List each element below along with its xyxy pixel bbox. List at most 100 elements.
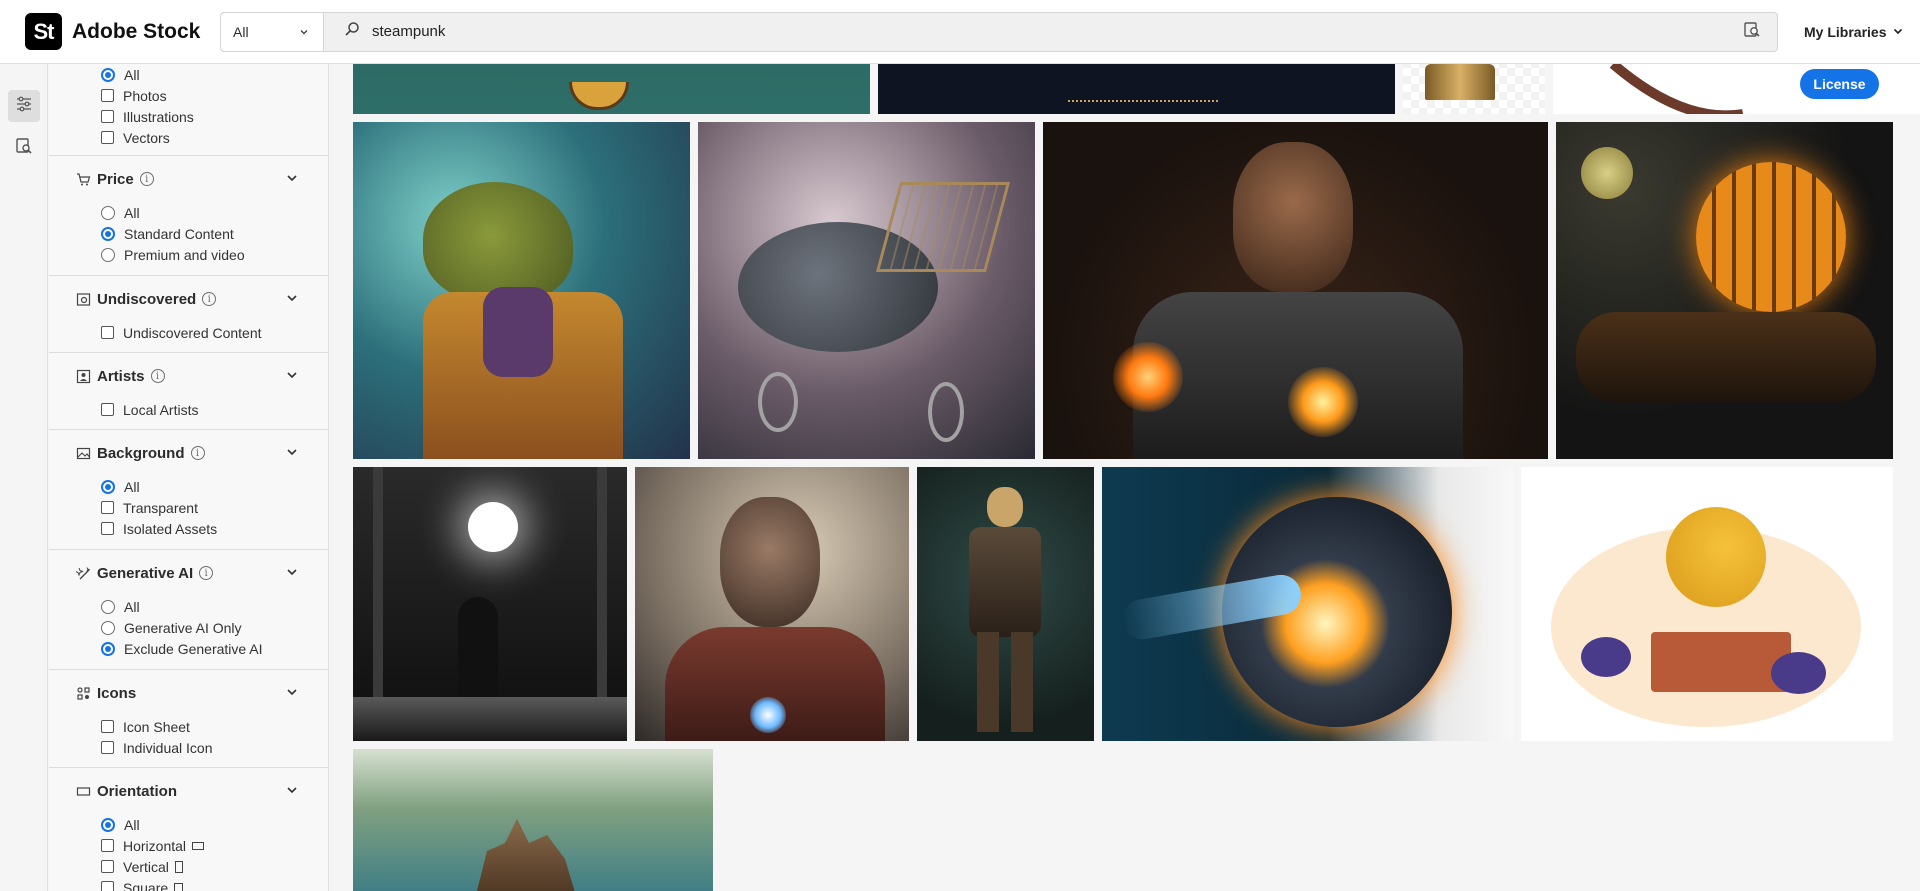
- artists-option-local[interactable]: Local Artists: [49, 399, 328, 420]
- artists-filter-header[interactable]: Artists i: [49, 353, 328, 399]
- result-thumbnail[interactable]: [917, 467, 1094, 741]
- info-icon[interactable]: i: [190, 446, 205, 460]
- result-thumbnail[interactable]: [353, 64, 870, 114]
- left-rail: [0, 64, 48, 891]
- checkbox: [101, 110, 114, 123]
- chevron-down-icon: [286, 291, 298, 308]
- result-thumbnail[interactable]: [878, 64, 1395, 114]
- price-option-all[interactable]: All: [49, 202, 328, 223]
- chevron-down-icon: [286, 565, 298, 582]
- result-thumbnail[interactable]: [698, 122, 1035, 459]
- info-icon[interactable]: i: [202, 292, 217, 306]
- generative-ai-filter-header[interactable]: Generative AI i: [49, 550, 328, 596]
- checkbox: [101, 89, 114, 102]
- chevron-down-icon: [286, 685, 298, 702]
- checkbox: [101, 741, 114, 754]
- icons-filter-header[interactable]: Icons: [49, 670, 328, 716]
- image-search-icon: [15, 137, 33, 160]
- orientation-option-horizontal[interactable]: Horizontal: [49, 835, 328, 856]
- orientation-option-vertical[interactable]: Vertical: [49, 856, 328, 877]
- checkbox: [101, 839, 114, 852]
- image-icon: [75, 445, 91, 461]
- icons-filter: Icons Icon Sheet Individual Icon: [49, 670, 328, 768]
- orientation-filter: Orientation All Horizontal Vertical Squa…: [49, 768, 328, 891]
- price-option-premium[interactable]: Premium and video: [49, 244, 328, 265]
- result-thumbnail[interactable]: [635, 467, 909, 741]
- undiscovered-option[interactable]: Undiscovered Content: [49, 322, 328, 343]
- orientation-filter-header[interactable]: Orientation: [49, 768, 328, 814]
- cart-icon: [75, 171, 91, 187]
- logo-mark: St: [25, 13, 62, 50]
- visual-search-rail-button[interactable]: [8, 132, 40, 164]
- result-thumbnail[interactable]: [353, 122, 690, 459]
- horizontal-orientation-icon: [192, 841, 205, 850]
- checkbox: [101, 860, 114, 873]
- radio-button: [101, 226, 115, 241]
- chevron-down-icon: [1892, 24, 1904, 40]
- background-option-all[interactable]: All: [49, 476, 328, 497]
- visual-search-button[interactable]: [1727, 13, 1777, 51]
- result-thumbnail[interactable]: [1403, 64, 1545, 114]
- info-icon[interactable]: i: [199, 566, 214, 580]
- asset-type-option-vectors[interactable]: Vectors: [49, 127, 328, 148]
- generative-ai-option-exclude[interactable]: Exclude Generative AI: [49, 638, 328, 659]
- radio-button: [101, 247, 115, 262]
- license-button[interactable]: License: [1800, 69, 1879, 99]
- info-icon[interactable]: i: [150, 369, 165, 383]
- background-option-isolated[interactable]: Isolated Assets: [49, 518, 328, 539]
- adobe-stock-logo[interactable]: St Adobe Stock: [25, 13, 220, 50]
- asset-type-filter: All Photos Illustrations Vectors: [49, 64, 328, 156]
- chevron-down-icon: [299, 24, 309, 40]
- price-option-standard[interactable]: Standard Content: [49, 223, 328, 244]
- my-libraries-menu[interactable]: My Libraries: [1804, 24, 1904, 40]
- discover-icon: [75, 291, 91, 307]
- chevron-down-icon: [286, 368, 298, 385]
- checkbox: [101, 501, 114, 514]
- orientation-icon: [75, 783, 91, 799]
- checkbox: [101, 403, 114, 416]
- result-thumbnail[interactable]: [1043, 122, 1548, 459]
- radio-button: [101, 620, 115, 635]
- search-results-grid: [330, 64, 1920, 891]
- radio-button: [101, 641, 115, 656]
- search-field: [324, 13, 1727, 51]
- top-header: St Adobe Stock All My Libraries: [0, 0, 1920, 64]
- artists-filter: Artists i Local Artists: [49, 353, 328, 430]
- search-icon: [344, 21, 360, 42]
- chevron-down-icon: [286, 171, 298, 188]
- filters-toggle-button[interactable]: [8, 90, 40, 122]
- asset-type-option-illustrations[interactable]: Illustrations: [49, 106, 328, 127]
- asset-type-option-photos[interactable]: Photos: [49, 85, 328, 106]
- generative-ai-option-only[interactable]: Generative AI Only: [49, 617, 328, 638]
- price-filter: Price i All Standard Content Premium and…: [49, 156, 328, 276]
- background-filter-header[interactable]: Background i: [49, 430, 328, 476]
- checkbox: [101, 131, 114, 144]
- sliders-icon: [15, 95, 33, 118]
- icons-option-sheet[interactable]: Icon Sheet: [49, 716, 328, 737]
- generative-ai-option-all[interactable]: All: [49, 596, 328, 617]
- radio-button: [101, 817, 115, 832]
- result-thumbnail[interactable]: [1521, 467, 1893, 741]
- result-thumbnail[interactable]: [353, 749, 713, 891]
- undiscovered-filter: Undiscovered i Undiscovered Content: [49, 276, 328, 353]
- result-thumbnail[interactable]: [1102, 467, 1513, 741]
- artist-icon: [75, 368, 91, 384]
- info-icon[interactable]: i: [139, 172, 154, 186]
- asset-type-option-all[interactable]: All: [49, 64, 328, 85]
- radio-button: [101, 479, 115, 494]
- chevron-down-icon: [286, 445, 298, 462]
- checkbox: [101, 522, 114, 535]
- result-thumbnail[interactable]: [353, 467, 627, 741]
- search-input[interactable]: [372, 23, 1672, 40]
- orientation-option-all[interactable]: All: [49, 814, 328, 835]
- background-option-transparent[interactable]: Transparent: [49, 497, 328, 518]
- checkbox: [101, 326, 114, 339]
- visual-search-icon: [1743, 20, 1761, 43]
- result-thumbnail[interactable]: [1556, 122, 1893, 459]
- search-type-select[interactable]: All: [221, 12, 324, 51]
- icons-option-individual[interactable]: Individual Icon: [49, 737, 328, 758]
- undiscovered-filter-header[interactable]: Undiscovered i: [49, 276, 328, 322]
- checkbox: [101, 881, 114, 891]
- price-filter-header[interactable]: Price i: [49, 156, 328, 202]
- orientation-option-square[interactable]: Square: [49, 877, 328, 891]
